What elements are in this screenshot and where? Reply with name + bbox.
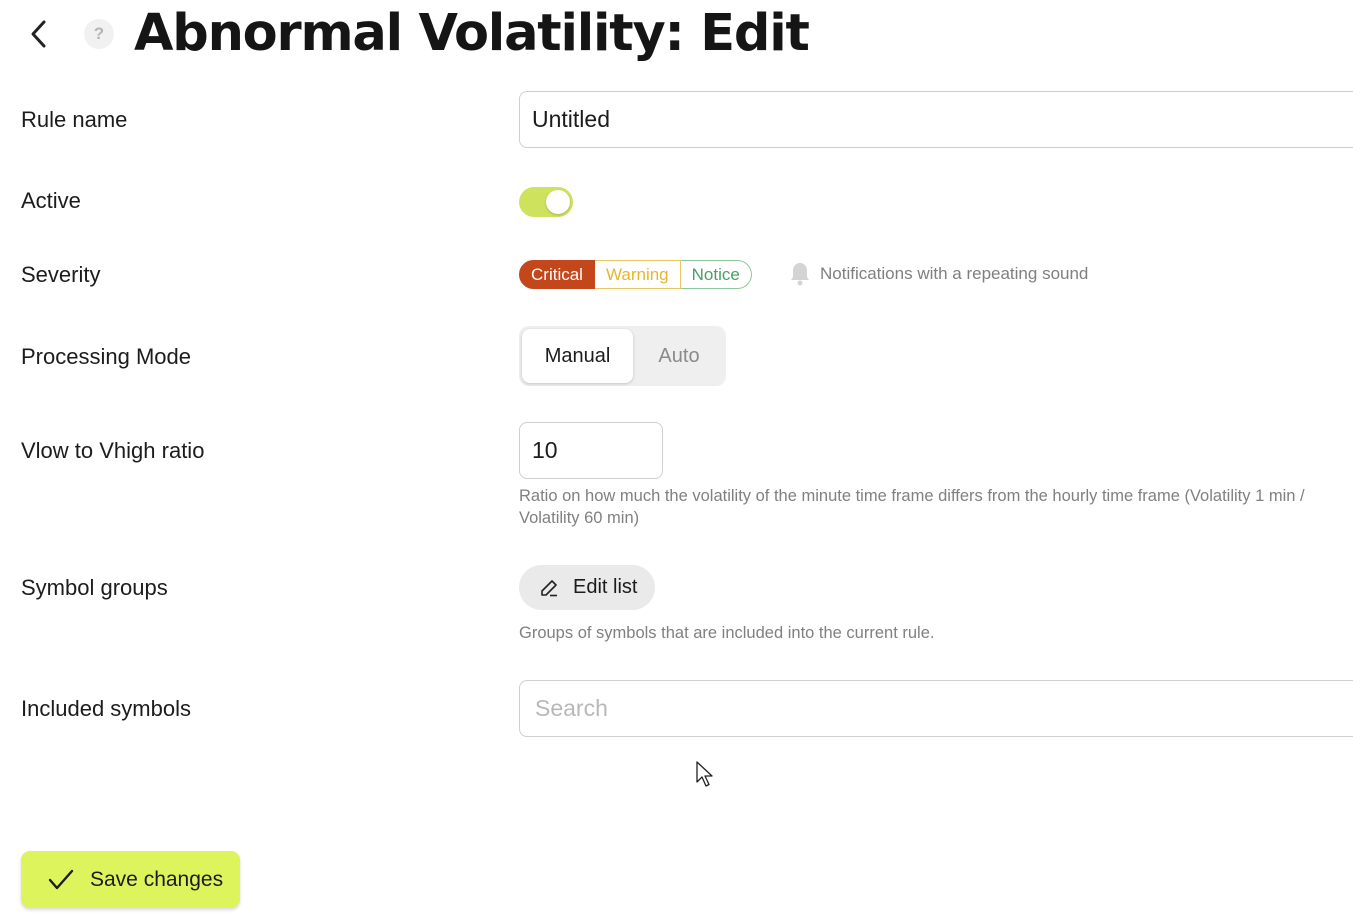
back-button[interactable] <box>22 14 56 54</box>
symbol-groups-hint: Groups of symbols that are included into… <box>519 624 935 642</box>
back-arrow-icon <box>31 20 46 48</box>
notification-text: Notifications with a repeating sound <box>820 264 1089 283</box>
active-label: Active <box>21 188 81 213</box>
processing-mode-selector: Manual Auto <box>519 326 726 386</box>
mode-manual-option[interactable]: Manual <box>522 329 633 383</box>
active-toggle[interactable] <box>519 187 573 217</box>
ratio-input[interactable] <box>519 422 663 479</box>
mode-auto-option[interactable]: Auto <box>639 329 719 383</box>
rule-name-label: Rule name <box>21 107 128 132</box>
ratio-label: Vlow to Vhigh ratio <box>21 438 205 463</box>
help-icon[interactable]: ? <box>84 19 114 49</box>
edit-list-button[interactable]: Edit list <box>519 565 655 610</box>
severity-warning-option[interactable]: Warning <box>594 260 681 289</box>
toggle-knob <box>546 190 570 214</box>
severity-selector: Critical Warning Notice <box>519 260 752 289</box>
check-icon <box>48 869 74 889</box>
rule-name-input[interactable] <box>519 91 1353 148</box>
save-changes-label: Save changes <box>90 867 224 891</box>
severity-critical-option[interactable]: Critical <box>519 260 595 289</box>
severity-notice-option[interactable]: Notice <box>680 260 752 289</box>
severity-label: Severity <box>21 262 101 287</box>
pencil-icon <box>541 579 557 596</box>
bell-icon <box>791 263 809 286</box>
page-title: Abnormal Volatility: Edit <box>134 4 810 63</box>
ratio-hint: Ratio on how much the volatility of the … <box>519 487 1305 527</box>
symbol-groups-label: Symbol groups <box>21 575 168 600</box>
symbols-search-input[interactable] <box>519 680 1353 737</box>
save-changes-button[interactable]: Save changes <box>21 851 240 908</box>
mouse-cursor-icon <box>696 761 713 787</box>
included-symbols-label: Included symbols <box>21 696 191 721</box>
processing-mode-label: Processing Mode <box>21 344 191 369</box>
edit-list-label: Edit list <box>573 576 638 598</box>
